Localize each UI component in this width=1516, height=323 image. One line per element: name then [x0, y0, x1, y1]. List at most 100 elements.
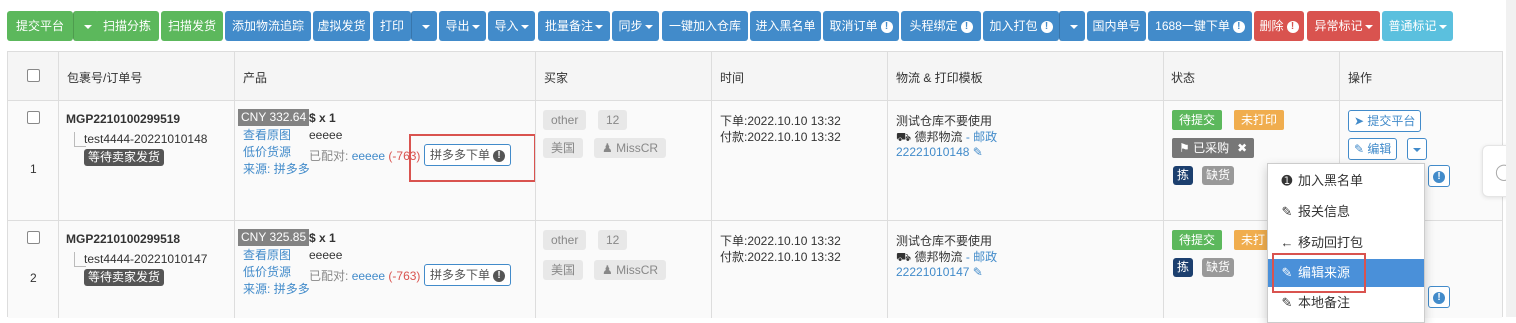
order-time: 下单:2022.10.10 13:32 [720, 114, 841, 128]
wait-ship-tag: 等待卖家发货 [84, 149, 165, 166]
caret-down-icon [1069, 24, 1078, 29]
view-image-link[interactable]: 查看原图 [243, 126, 291, 143]
add-pack-dropdown-toggle[interactable] [1059, 11, 1085, 41]
buyer-platform-tag: other [543, 110, 587, 130]
buyer-count-tag: 12 [598, 110, 628, 130]
sku-name: eeeee [309, 128, 343, 142]
row-extra-button[interactable]: ! [1428, 165, 1450, 187]
order-number: test4444-20221010148 [84, 132, 208, 146]
import-button[interactable]: 导入 [488, 11, 535, 41]
head-bind-button[interactable]: 头程绑定! [901, 11, 981, 41]
carrier-info: ⛟ 德邦物流 - 邮政 [896, 250, 998, 264]
info-icon: ! [1232, 20, 1245, 33]
header-time: 时间 [720, 71, 745, 85]
caret-down-icon [1438, 24, 1447, 29]
low-price-link[interactable]: 低价货源 [243, 143, 291, 160]
abnormal-mark-button[interactable]: 异常标记 [1307, 11, 1380, 41]
caret-down-icon [644, 24, 653, 29]
tracking-number[interactable]: 22221010148 ✎ [896, 145, 983, 159]
row-extra-button[interactable]: ! [1428, 286, 1450, 308]
pick-label: 拣 [1173, 258, 1194, 277]
warehouse-name: 测试仓库不要使用 [896, 234, 993, 248]
table-header: 包裹号/订单号 产品 买家 时间 物流 & 打印模板 状态 操作 [8, 52, 1502, 101]
tracking-number[interactable]: 22221010147 ✎ [896, 265, 983, 279]
normal-mark-button[interactable]: 普通标记 [1382, 11, 1453, 41]
print-dropdown-toggle[interactable] [411, 11, 437, 41]
column-divider [887, 52, 888, 318]
package-number: MGP2210100299518 [66, 232, 181, 246]
add-warehouse-button[interactable]: 一键加入仓库 [662, 11, 748, 41]
scrollbar[interactable] [1506, 0, 1516, 317]
caret-down-icon [421, 24, 430, 29]
column-divider [711, 52, 712, 318]
domestic-no-button[interactable]: 国内单号 [1087, 11, 1146, 41]
submit-platform-row-button[interactable]: ➤ 提交平台 [1348, 110, 1422, 132]
menu-item-customs[interactable]: ✎ 报关信息 [1268, 198, 1424, 226]
pdd-order-button[interactable]: 拼多多下单! [424, 264, 512, 286]
header-package: 包裹号/订单号 [67, 71, 143, 85]
submit-platform-button[interactable]: 提交平台 [7, 11, 73, 41]
column-divider [234, 52, 235, 318]
cancel-order-button[interactable]: 取消订单! [823, 11, 899, 41]
menu-item-blacklist[interactable]: ➊ 加入黑名单 [1268, 167, 1424, 195]
print-button[interactable]: 打印 [373, 11, 411, 41]
shortage-label: 缺货 [1202, 166, 1235, 185]
caret-down-icon [1364, 24, 1373, 29]
pick-label: 拣 [1173, 166, 1194, 185]
virtual-ship-button[interactable]: 虚拟发货 [313, 11, 370, 41]
pay-time: 付款:2022.10.10 13:32 [720, 130, 841, 144]
caret-down-icon [1413, 147, 1421, 152]
matched-info: 已配对: eeeee (-763) [309, 149, 421, 163]
status-not-printed: 未打印 [1234, 110, 1285, 130]
row-index: 1 [30, 162, 37, 176]
source-info: 来源: 拼多多 [243, 282, 310, 296]
header-buyer: 买家 [544, 71, 569, 85]
batch-remark-button[interactable]: 批量备注 [538, 11, 610, 41]
header-product: 产品 [243, 71, 268, 85]
row-index: 2 [30, 271, 37, 285]
info-icon: ! [1040, 20, 1053, 33]
caret-down-icon [83, 24, 92, 29]
toolbar: 提交平台 扫描分拣 扫描发货 添加物流追踪 虚拟发货 打印 导出 导入 批量备注… [7, 11, 1467, 41]
edit-icon: ✎ [1281, 295, 1293, 310]
purchased-tag: ⚑ 已采购 ✖ [1172, 138, 1255, 158]
buyer-country-tag: 美国 [543, 138, 584, 158]
info-icon: ➊ [1281, 173, 1293, 188]
caret-down-icon [595, 24, 603, 29]
scan-sort-button[interactable]: 扫描分拣 [95, 11, 159, 41]
delete-button[interactable]: 删除! [1254, 11, 1304, 41]
info-icon: ! [1433, 291, 1445, 304]
status-pending-submit: 待提交 [1172, 110, 1223, 130]
sync-button[interactable]: 同步 [612, 11, 659, 41]
tag-icon: ⚑ [1179, 141, 1194, 155]
matched-info: 已配对: eeeee (-763) [309, 269, 421, 283]
row-checkbox[interactable] [27, 231, 40, 244]
add-tracking-button[interactable]: 添加物流追踪 [225, 11, 311, 41]
edit-icon: ✎ [1354, 142, 1368, 156]
info-icon: ! [960, 20, 973, 33]
edit-row-button[interactable]: ✎ 编辑 [1348, 138, 1398, 160]
scan-ship-button[interactable]: 扫描发货 [161, 11, 223, 41]
export-button[interactable]: 导出 [439, 11, 486, 41]
blacklist-button[interactable]: 进入黑名单 [750, 11, 821, 41]
edit-icon[interactable]: ✎ [973, 145, 983, 159]
header-status: 状态 [1171, 71, 1196, 85]
buyer-platform-tag: other [543, 230, 587, 250]
info-icon: ! [493, 269, 506, 282]
menu-item-local-remark[interactable]: ✎ 本地备注 [1268, 289, 1424, 317]
caret-down-icon [471, 24, 480, 29]
remove-icon[interactable]: ✖ [1237, 141, 1247, 155]
row-checkbox[interactable] [27, 111, 40, 124]
edit-icon: ✎ [1281, 204, 1293, 219]
buyer-name-tag: ♟ MissCR [594, 260, 667, 280]
add-pack-button[interactable]: 加入打包! [983, 11, 1059, 41]
edit-dropdown-toggle[interactable] [1407, 138, 1427, 160]
view-image-link[interactable]: 查看原图 [243, 246, 291, 263]
select-all-checkbox[interactable] [27, 69, 40, 82]
low-price-link[interactable]: 低价货源 [243, 263, 291, 280]
order-1688-button[interactable]: 1688一键下单! [1148, 11, 1252, 41]
quantity: $ x 1 [309, 111, 336, 125]
edit-dropdown-menu: ➊ 加入黑名单 ✎ 报关信息 ← 移动回打包 ✎ 编辑来源 ✎ 本地备注 [1267, 163, 1425, 323]
sku-name: eeeee [309, 248, 343, 262]
edit-icon[interactable]: ✎ [973, 265, 983, 279]
